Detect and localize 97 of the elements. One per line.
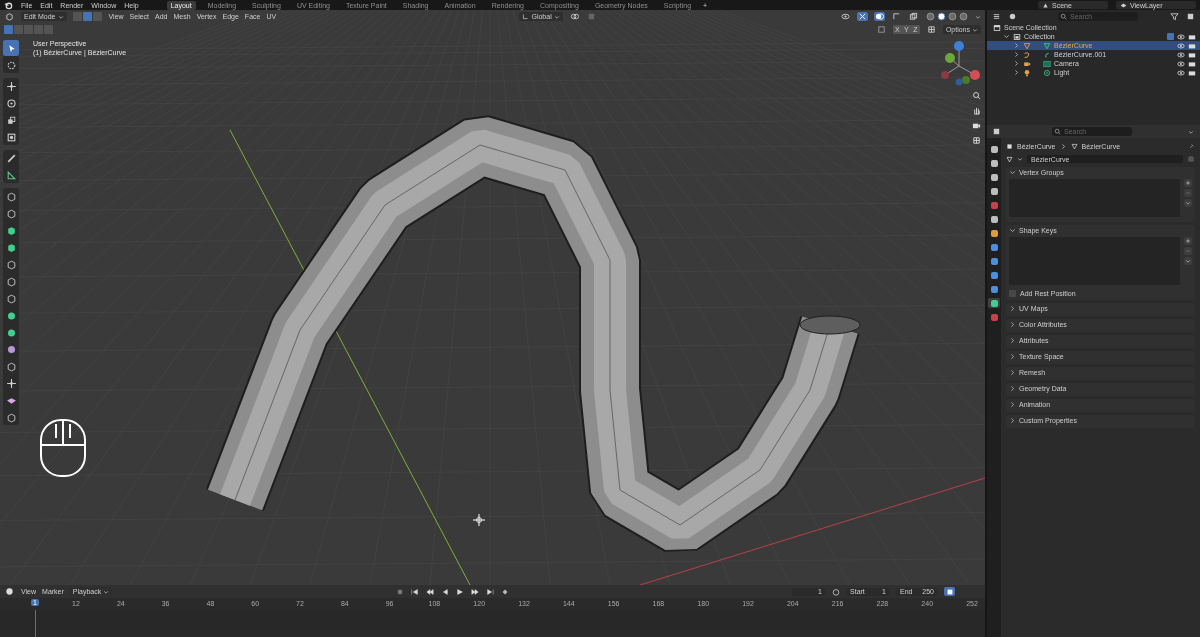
camera-data-icon bbox=[1043, 59, 1051, 68]
mesh-data-icon bbox=[1006, 155, 1013, 163]
rotate-icon bbox=[5, 97, 17, 109]
eye-icon[interactable] bbox=[1177, 32, 1185, 41]
sphere-icon bbox=[5, 343, 17, 355]
vertex-icon bbox=[892, 12, 901, 21]
specials-button[interactable] bbox=[1184, 257, 1192, 265]
overlay-icon bbox=[875, 12, 884, 21]
record-icon bbox=[395, 587, 404, 596]
light-bulb-icon bbox=[1023, 68, 1031, 77]
eye-icon bbox=[841, 12, 850, 21]
tool-button[interactable] bbox=[3, 40, 19, 56]
curve-data-icon bbox=[1043, 50, 1051, 59]
grid-icon bbox=[971, 135, 981, 145]
xray-icon bbox=[909, 12, 918, 21]
cube-icon bbox=[5, 224, 17, 236]
eye-icon[interactable] bbox=[1177, 50, 1185, 59]
caret-icon bbox=[57, 13, 64, 20]
move-icon bbox=[5, 80, 17, 92]
crosshair-icon bbox=[472, 513, 486, 527]
shading-mode-button[interactable] bbox=[936, 12, 947, 21]
playback-control[interactable] bbox=[425, 587, 435, 596]
curve-icon bbox=[1023, 50, 1031, 59]
cube-icon bbox=[5, 258, 17, 270]
overlay-toggle[interactable] bbox=[874, 12, 885, 21]
caret-icon bbox=[1185, 258, 1191, 264]
caret-icon bbox=[553, 13, 560, 20]
gizmo-icon bbox=[858, 12, 867, 21]
cube-icon bbox=[5, 360, 17, 372]
filter-icon bbox=[1170, 12, 1179, 21]
cube-icon bbox=[5, 190, 17, 202]
pivot-button[interactable] bbox=[568, 12, 580, 21]
caret-icon bbox=[103, 588, 110, 595]
keyframe-button[interactable] bbox=[500, 587, 510, 596]
editor-type-button[interactable] bbox=[4, 12, 15, 21]
grid-icon bbox=[926, 25, 936, 34]
editor-type-button[interactable] bbox=[991, 12, 1002, 21]
hand-icon bbox=[971, 105, 981, 115]
eye-icon[interactable] bbox=[1177, 68, 1185, 77]
plus-icon bbox=[1185, 180, 1191, 186]
transport-icon bbox=[485, 587, 494, 596]
caret-icon bbox=[1185, 200, 1191, 206]
magnifier-icon bbox=[971, 90, 981, 100]
transport-icon bbox=[470, 587, 479, 596]
mouse-icon bbox=[40, 419, 86, 477]
axis-icon bbox=[522, 13, 530, 20]
layers-icon bbox=[1120, 1, 1127, 9]
playback-control[interactable] bbox=[485, 587, 495, 596]
minus-icon bbox=[1185, 190, 1191, 196]
add-button[interactable] bbox=[1184, 179, 1192, 187]
light-data-icon bbox=[1043, 68, 1051, 77]
include-checkbox[interactable] bbox=[1167, 33, 1174, 40]
zoom-button[interactable] bbox=[970, 89, 982, 101]
minus-icon bbox=[1185, 248, 1191, 254]
cube-icon bbox=[5, 12, 14, 21]
pin-icon bbox=[1188, 142, 1195, 150]
mesh-edit-overlay-button[interactable] bbox=[891, 12, 902, 21]
link-icon bbox=[569, 12, 579, 21]
cube-icon bbox=[5, 207, 17, 219]
triangle-mesh-icon bbox=[1023, 41, 1031, 50]
mesh-data-icon bbox=[1070, 142, 1078, 150]
cube-icon bbox=[5, 275, 17, 287]
cursor-icon bbox=[5, 59, 17, 71]
scene-icon bbox=[1042, 1, 1049, 9]
playback-control[interactable] bbox=[455, 587, 465, 596]
specials-button[interactable] bbox=[1184, 199, 1192, 207]
visibility-button[interactable] bbox=[840, 12, 851, 21]
ruler-icon bbox=[5, 169, 17, 181]
perspective-button[interactable] bbox=[970, 134, 982, 146]
transport-icon bbox=[425, 587, 434, 596]
cube-icon bbox=[5, 241, 17, 253]
proportional-button[interactable] bbox=[925, 25, 937, 34]
cube-icon bbox=[5, 411, 17, 423]
checkbox[interactable] bbox=[1009, 290, 1016, 297]
transport-icon bbox=[410, 587, 419, 596]
record-button[interactable] bbox=[395, 587, 405, 596]
scale-icon bbox=[5, 114, 17, 126]
eye-icon[interactable] bbox=[1177, 59, 1185, 68]
move-icon bbox=[5, 377, 17, 389]
list-icon bbox=[992, 12, 1001, 21]
gizmo-toggle[interactable] bbox=[857, 12, 868, 21]
transform-icon bbox=[5, 131, 17, 143]
playback-control[interactable] bbox=[440, 587, 450, 596]
filter-button[interactable] bbox=[1169, 12, 1180, 21]
cube-icon bbox=[5, 292, 17, 304]
caret-icon bbox=[1187, 128, 1194, 135]
caret-icon bbox=[1017, 156, 1023, 162]
add-button[interactable] bbox=[1184, 237, 1192, 245]
object-icon bbox=[1006, 142, 1013, 150]
plus-icon bbox=[1185, 238, 1191, 244]
eye-icon[interactable] bbox=[1177, 41, 1185, 50]
keyframe-icon bbox=[500, 587, 509, 596]
playback-control[interactable] bbox=[470, 587, 480, 596]
pencil-icon bbox=[5, 152, 17, 164]
xray-toggle[interactable] bbox=[908, 12, 919, 21]
mesh-data-icon bbox=[1043, 41, 1051, 50]
playback-control[interactable] bbox=[410, 587, 420, 596]
